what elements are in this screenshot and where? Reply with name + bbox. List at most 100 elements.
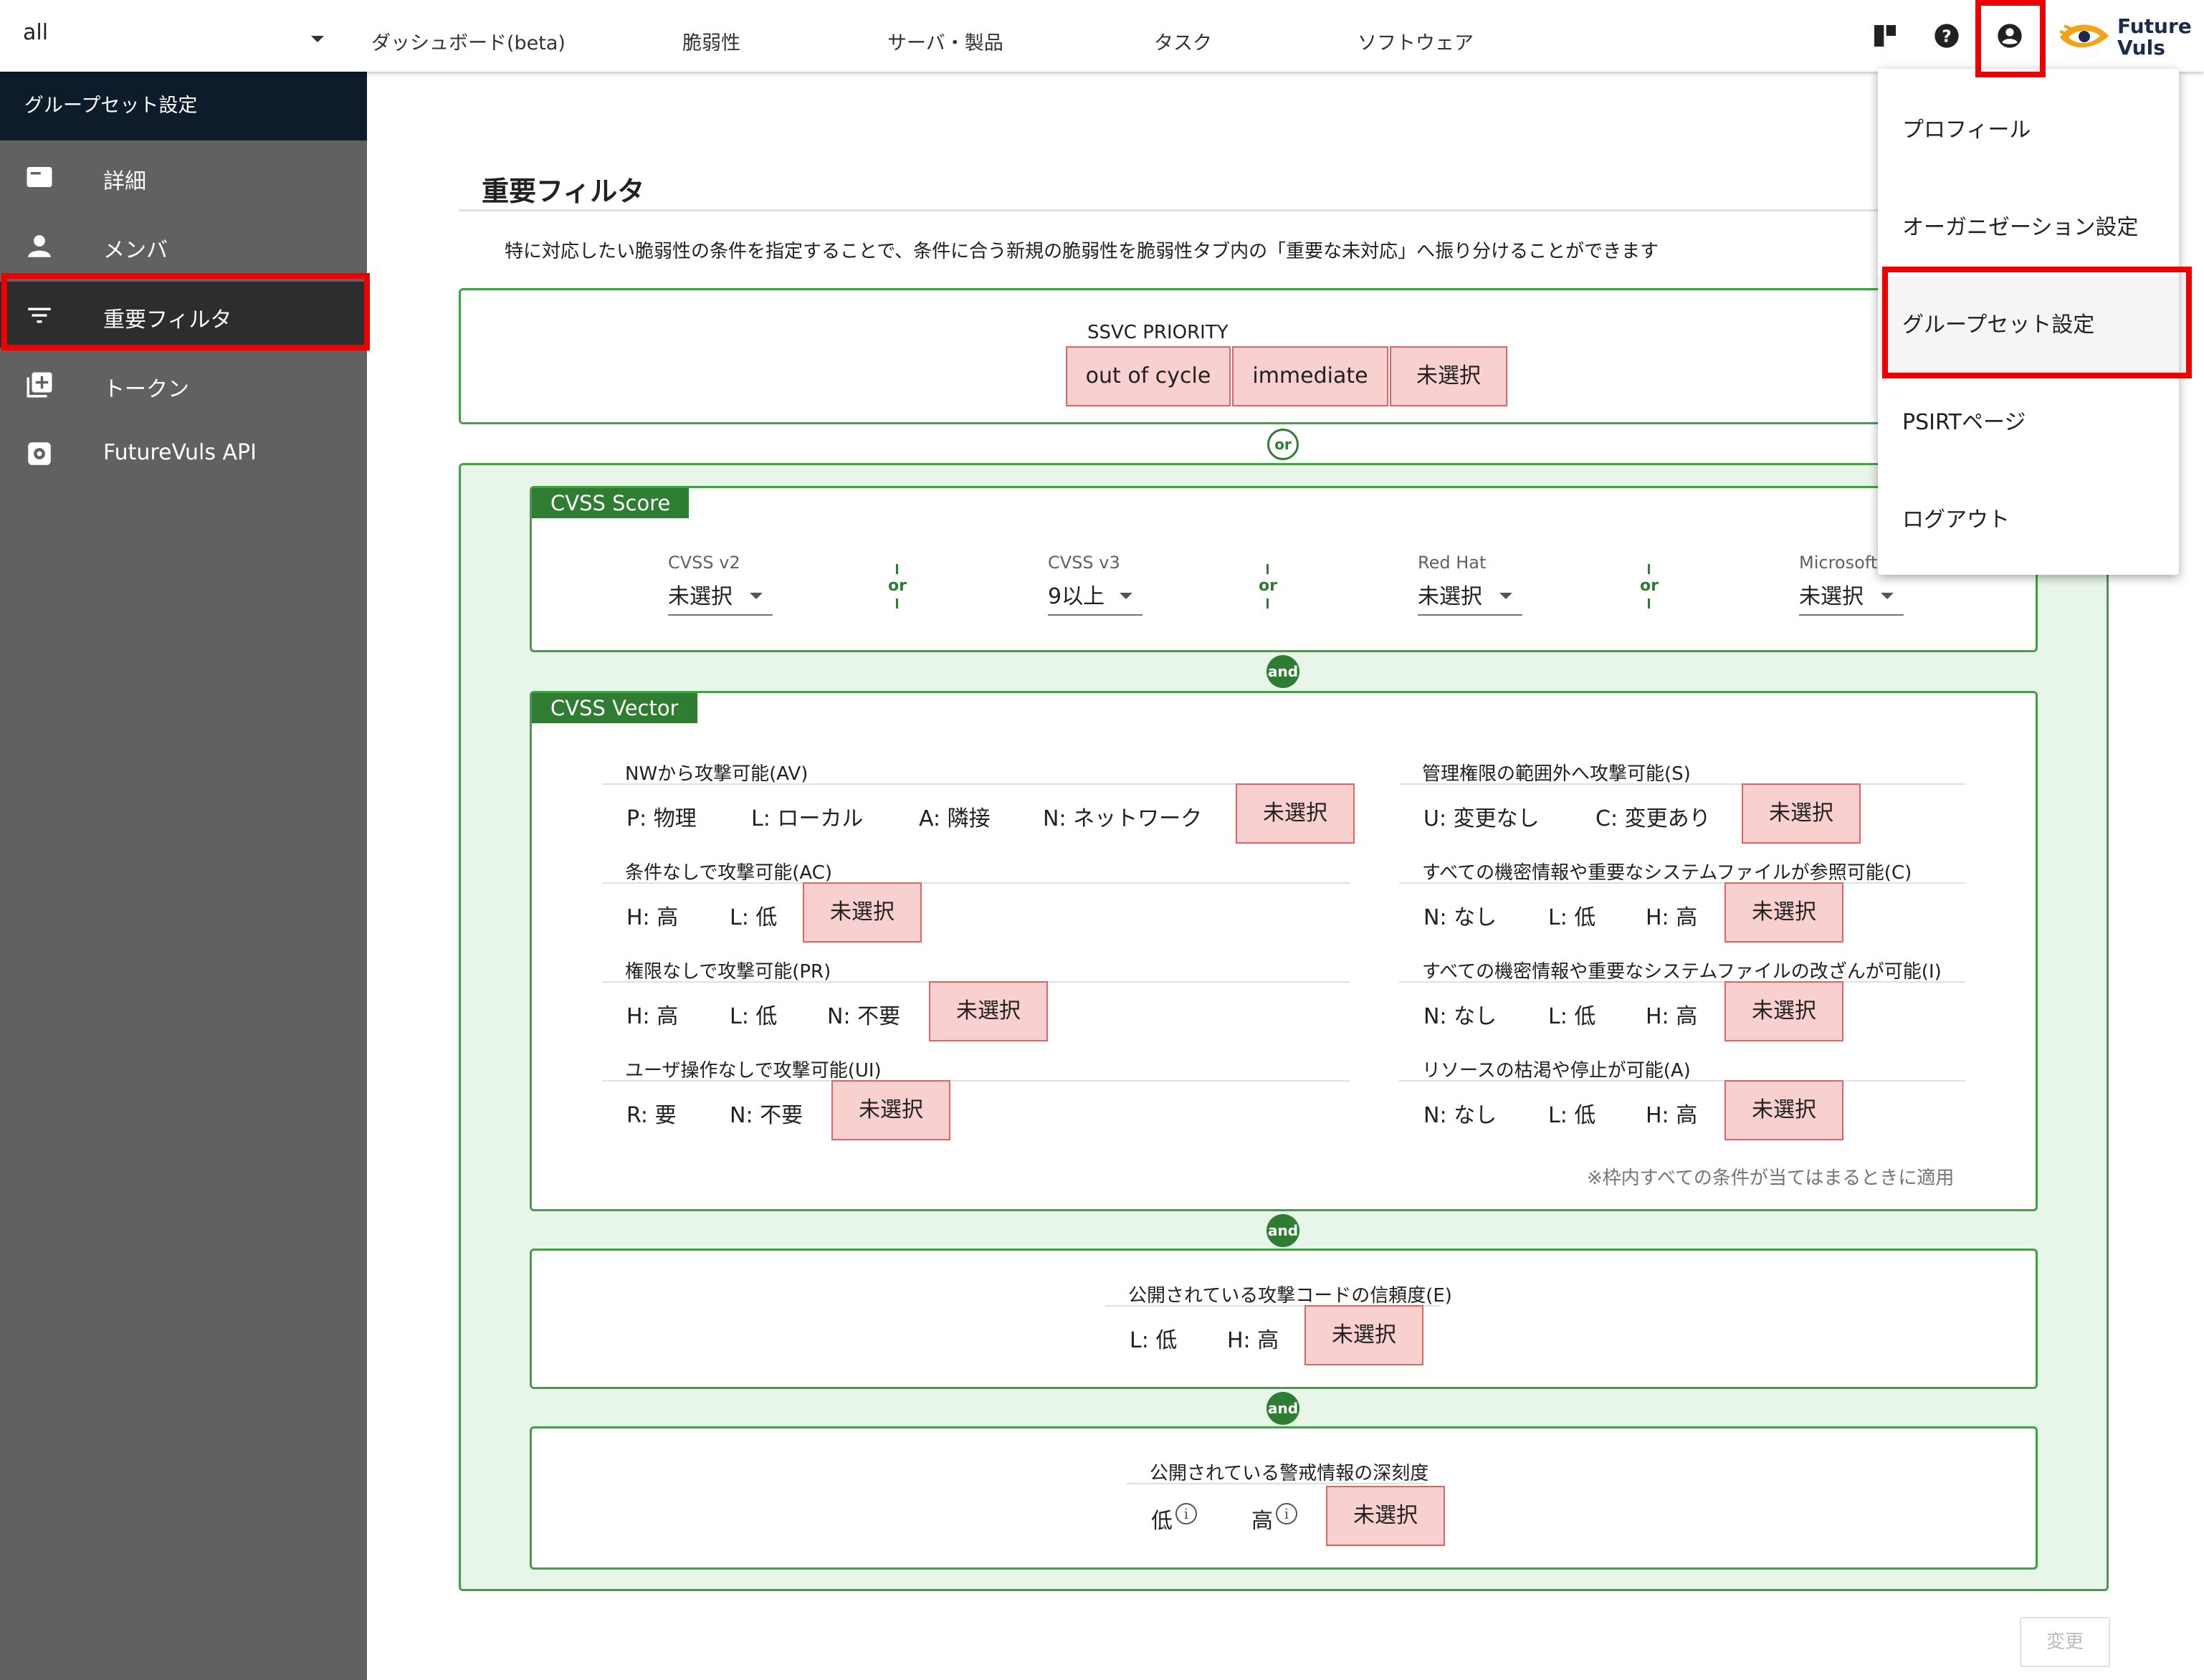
eye-logo-icon (2059, 24, 2109, 48)
group-select-value: all (23, 20, 49, 45)
microsoft-value: 未選択 (1799, 584, 1864, 609)
ui-option-required[interactable]: R: 要 (626, 1097, 677, 1129)
av-option-local[interactable]: L: ローカル (751, 801, 863, 832)
alert-option-low[interactable]: 低i (1151, 1503, 1197, 1535)
and-badge: and (1266, 1214, 1299, 1247)
pr-option-unselected[interactable]: 未選択 (929, 981, 1048, 1041)
ui-option-none[interactable]: N: 不要 (730, 1097, 803, 1129)
a-option-none[interactable]: N: なし (1423, 1097, 1497, 1129)
exploit-option-low[interactable]: L: 低 (1130, 1322, 1177, 1354)
c-label: すべての機密情報や重要なシステムファイルが参照可能(C) (1422, 862, 1912, 884)
field-divider (1399, 882, 1965, 884)
pr-option-none[interactable]: N: 不要 (827, 998, 900, 1030)
s-option-unselected[interactable]: 未選択 (1742, 783, 1861, 844)
and-badge: and (1266, 1392, 1299, 1425)
exploit-option-high[interactable]: H: 高 (1227, 1322, 1279, 1354)
sidebar-item-label: FutureVuls API (103, 440, 257, 465)
title-divider (459, 209, 2107, 211)
sidebar-item-api[interactable]: FutureVuls API (0, 420, 367, 486)
info-icon[interactable]: i (1175, 1503, 1197, 1524)
redhat-label: Red Hat (1418, 553, 1487, 573)
alert-option-unselected[interactable]: 未選択 (1326, 1486, 1445, 1546)
exploit-panel: 公開されている攻撃コードの信頼度(E) L: 低 H: 高 未選択 (530, 1249, 2038, 1389)
c-option-low[interactable]: L: 低 (1548, 899, 1595, 931)
sidebar-item-label: 詳細 (103, 169, 146, 194)
av-option-network[interactable]: N: ネットワーク (1043, 801, 1202, 832)
cvss-v3-select[interactable]: 9以上 (1048, 578, 1142, 616)
menu-item-profile[interactable]: プロフィール (1878, 82, 2179, 179)
vector-note: ※枠内すべての条件が当てはまるときに適用 (1587, 1168, 1955, 1189)
ssvc-option-out-of-cycle[interactable]: out of cycle (1066, 346, 1231, 406)
menu-item-organization-settings[interactable]: オーガニゼーション設定 (1878, 179, 2179, 277)
s-label: 管理権限の範囲外へ攻撃可能(S) (1422, 763, 1691, 785)
or-separator: or (1257, 564, 1279, 608)
nav-dashboard[interactable]: ダッシュボード(beta) (371, 27, 566, 55)
sidebar-item-details[interactable]: 詳細 (0, 143, 367, 209)
nav-software[interactable]: ソフトウェア (1358, 27, 1474, 55)
chevron-down-icon (1499, 593, 1512, 599)
c-option-high[interactable]: H: 高 (1646, 899, 1697, 931)
menu-item-psirt-page[interactable]: PSIRTページ (1878, 374, 2179, 472)
or-separator: or (1638, 564, 1660, 608)
group-select[interactable]: all (23, 20, 324, 56)
exploit-option-unselected[interactable]: 未選択 (1304, 1305, 1423, 1365)
pr-option-high[interactable]: H: 高 (626, 998, 678, 1030)
i-option-low[interactable]: L: 低 (1548, 998, 1595, 1030)
i-option-high[interactable]: H: 高 (1646, 998, 1697, 1030)
sidebar-item-label: メンバ (103, 238, 168, 263)
ui-label: ユーザ操作なしで攻撃可能(UI) (625, 1060, 882, 1082)
ui-option-unselected[interactable]: 未選択 (831, 1080, 950, 1140)
details-icon (27, 167, 52, 187)
ac-option-high[interactable]: H: 高 (626, 899, 678, 931)
av-option-adjacent[interactable]: A: 隣接 (919, 801, 991, 832)
svg-text:?: ? (1942, 26, 1952, 46)
chevron-down-icon (1120, 593, 1132, 599)
av-option-physical[interactable]: P: 物理 (626, 801, 697, 832)
cvss-v2-value: 未選択 (668, 584, 733, 609)
i-label: すべての機密情報や重要なシステムファイルの改ざんが可能(I) (1422, 961, 1942, 983)
sidebar-item-tokens[interactable]: トークン (0, 351, 367, 417)
nav-servers[interactable]: サーバ・製品 (887, 27, 1003, 55)
nav-tasks[interactable]: タスク (1154, 27, 1212, 55)
s-option-unchanged[interactable]: U: 変更なし (1423, 801, 1540, 832)
microsoft-select[interactable]: 未選択 (1799, 578, 1904, 616)
alert-label: 公開されている警戒情報の深刻度 (1150, 1463, 1429, 1484)
ssvc-label: SSVC PRIORITY (1087, 322, 1229, 343)
submit-button[interactable]: 変更 (2020, 1617, 2110, 1667)
logo-word-future: Future (2117, 14, 2192, 38)
a-label: リソースの枯渇や停止が可能(A) (1422, 1060, 1691, 1082)
ssvc-panel: SSVC PRIORITY out of cycle immediate 未選択 (459, 288, 2107, 424)
a-option-low[interactable]: L: 低 (1548, 1097, 1595, 1129)
a-option-unselected[interactable]: 未選択 (1724, 1080, 1843, 1140)
c-option-none[interactable]: N: なし (1423, 899, 1497, 931)
pr-option-low[interactable]: L: 低 (730, 998, 777, 1030)
exploit-label: 公開されている攻撃コードの信頼度(E) (1128, 1285, 1452, 1307)
help-icon[interactable]: ? (1932, 22, 1961, 50)
ssvc-option-unselected[interactable]: 未選択 (1390, 346, 1507, 406)
microsoft-label: Microsoft (1799, 553, 1878, 573)
ssvc-option-immediate[interactable]: immediate (1232, 346, 1388, 406)
cvss-vector-tag: CVSS Vector (532, 693, 697, 723)
info-icon[interactable]: i (1276, 1503, 1297, 1524)
sidebar-item-members[interactable]: メンバ (0, 212, 367, 278)
s-option-changed[interactable]: C: 変更あり (1595, 801, 1711, 832)
menu-item-logout[interactable]: ログアウト (1878, 472, 2179, 569)
or-separator: or (887, 564, 908, 608)
board-icon[interactable] (1871, 22, 1899, 50)
redhat-select[interactable]: 未選択 (1418, 578, 1522, 616)
i-option-unselected[interactable]: 未選択 (1724, 981, 1843, 1041)
field-divider (1399, 783, 1965, 785)
cvss-v2-select[interactable]: 未選択 (668, 578, 773, 616)
ac-option-unselected[interactable]: 未選択 (803, 882, 922, 942)
i-option-none[interactable]: N: なし (1423, 998, 1497, 1030)
sidebar-item-label: トークン (103, 377, 189, 402)
ac-option-low[interactable]: L: 低 (730, 899, 777, 931)
cvss-vector-panel: CVSS Vector NWから攻撃可能(AV) P: 物理 L: ローカル A… (530, 691, 2038, 1211)
av-option-unselected[interactable]: 未選択 (1236, 783, 1355, 844)
highlight-sidebar-filter (1, 273, 370, 350)
c-option-unselected[interactable]: 未選択 (1724, 882, 1843, 942)
alert-option-high[interactable]: 高i (1251, 1503, 1297, 1535)
page-title: 重要フィルタ (482, 176, 645, 207)
nav-vulnerabilities[interactable]: 脆弱性 (682, 27, 740, 55)
a-option-high[interactable]: H: 高 (1646, 1097, 1697, 1129)
